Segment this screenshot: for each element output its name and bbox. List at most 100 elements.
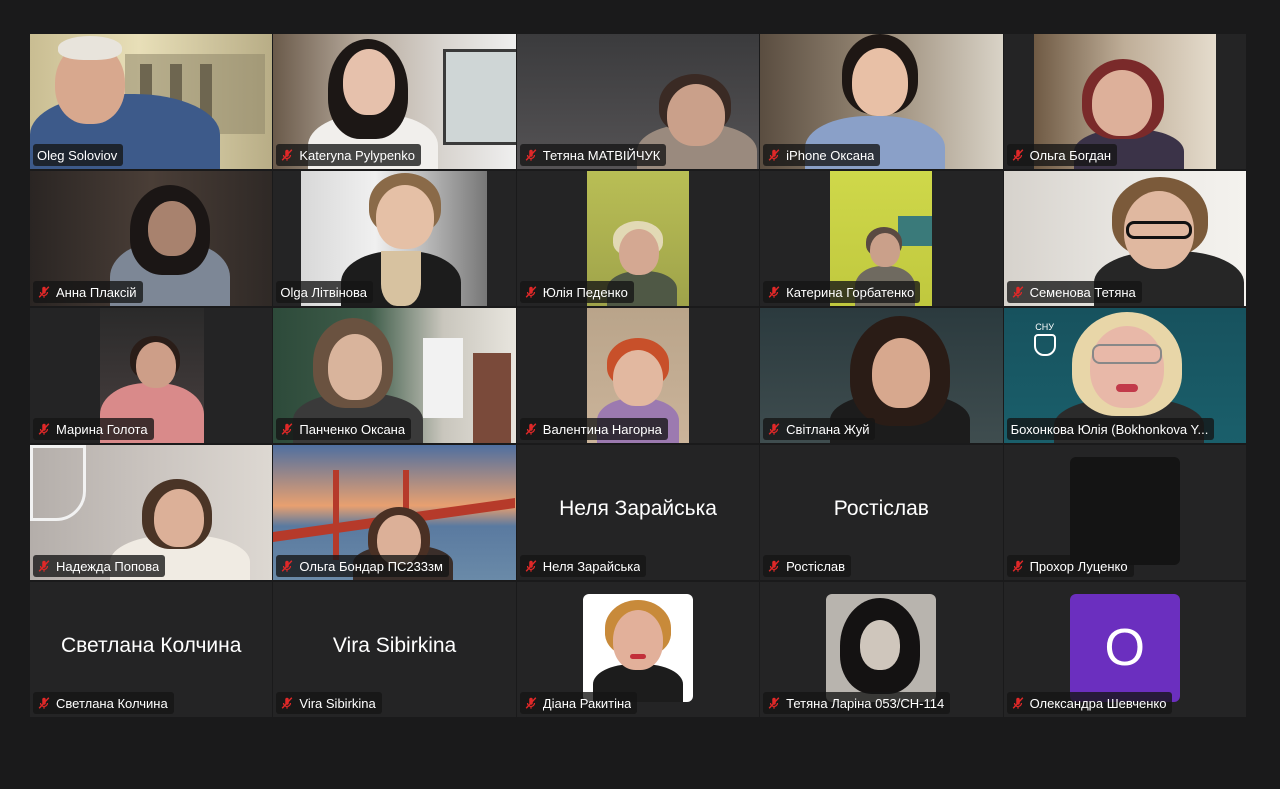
- microphone-muted-icon: [280, 422, 294, 436]
- participant-tile[interactable]: Ольга Бондар ПС233зм: [273, 445, 516, 580]
- participant-tile[interactable]: Oleg Soloviov: [30, 34, 273, 169]
- participant-name-tag: Olga Літвінова: [276, 281, 374, 303]
- microphone-muted-icon: [1011, 559, 1025, 573]
- participant-tile[interactable]: Ростіслав Ростіслав: [760, 445, 1003, 580]
- participant-tile[interactable]: Валентина Нагорна: [516, 308, 760, 443]
- participant-tile[interactable]: Тетяна Ларіна 053/СН-114: [760, 582, 1003, 717]
- participant-name: iPhone Оксана: [786, 147, 875, 163]
- avatar-letter: O: [1104, 619, 1145, 677]
- participant-name-tag: Oleg Soloviov: [33, 144, 124, 166]
- participant-name-tag: Ольга Бондар ПС233зм: [276, 555, 449, 577]
- participant-name: Неля Зарайська: [542, 558, 641, 574]
- participant-tile[interactable]: O Олександра Шевченко: [1003, 582, 1246, 717]
- participant-name-tag: Kateryna Pylypenko: [276, 144, 422, 166]
- participant-tile[interactable]: Прохор Луценко: [1003, 445, 1246, 580]
- participant-name-tag: Катерина Горбатенко: [763, 281, 921, 303]
- microphone-muted-icon: [37, 422, 51, 436]
- microphone-muted-icon: [1011, 285, 1025, 299]
- microphone-muted-icon: [280, 148, 294, 162]
- participant-name-tag: Vira Sibirkina: [276, 692, 382, 714]
- participant-name-tag: Валентина Нагорна: [519, 418, 668, 440]
- participant-tile[interactable]: Діана Ракитіна: [516, 582, 760, 717]
- microphone-muted-icon: [280, 559, 294, 573]
- participant-name: Надежда Попова: [56, 558, 160, 574]
- participant-name-tag: Анна Плаксій: [33, 281, 143, 303]
- microphone-muted-icon: [524, 559, 538, 573]
- participant-name: Олександра Шевченко: [1029, 695, 1167, 711]
- participant-name: Діана Ракитіна: [542, 695, 632, 711]
- participant-tile[interactable]: Панченко Оксана: [273, 308, 516, 443]
- participant-name-tag: Панченко Оксана: [276, 418, 412, 440]
- participant-tile[interactable]: Ольга Богдан: [1003, 34, 1246, 169]
- microphone-muted-icon: [767, 285, 781, 299]
- participant-name-tag: Юлія Педенко: [519, 281, 634, 303]
- participant-name-tag: Бохонкова Юлія (Bokhonkova Y...: [1006, 418, 1215, 440]
- participant-tile[interactable]: Надежда Попова: [30, 445, 273, 580]
- participant-name: Марина Голота: [56, 421, 148, 437]
- microphone-muted-icon: [37, 285, 51, 299]
- letter-avatar: O: [1069, 594, 1180, 702]
- participant-tile[interactable]: Светлана Колчина Светлана Колчина: [30, 582, 273, 717]
- participant-name: Катерина Горбатенко: [786, 284, 915, 300]
- participant-name: Ольга Бондар ПС233зм: [299, 558, 443, 574]
- participant-name-tag: iPhone Оксана: [763, 144, 881, 166]
- gallery-grid: Oleg Soloviov Kateryna Pylypenko Тетяна …: [30, 34, 1246, 717]
- participant-name-tag: Діана Ракитіна: [519, 692, 638, 714]
- participant-name: Oleg Soloviov: [37, 147, 118, 163]
- microphone-muted-icon: [767, 559, 781, 573]
- participant-tile[interactable]: Семенова Тетяна: [1003, 171, 1246, 306]
- participant-tile[interactable]: Тетяна МАТВІЙЧУК: [516, 34, 760, 169]
- participant-name-tag: Прохор Луценко: [1006, 555, 1134, 577]
- participant-name-tag: Ростіслав: [763, 555, 852, 577]
- microphone-muted-icon: [280, 696, 294, 710]
- microphone-muted-icon: [524, 422, 538, 436]
- participant-name: Світлана Жуй: [786, 421, 870, 437]
- participant-name-tag: Светлана Колчина: [33, 692, 174, 714]
- profile-avatar: [1069, 457, 1180, 565]
- participant-tile[interactable]: Vira Sibirkina Vira Sibirkina: [273, 582, 516, 717]
- participant-tile[interactable]: Марина Голота: [30, 308, 273, 443]
- microphone-muted-icon: [524, 148, 538, 162]
- logo-text: СНУ: [1035, 322, 1054, 332]
- participant-name-tag: Ольга Богдан: [1006, 144, 1118, 166]
- microphone-muted-icon: [767, 696, 781, 710]
- participant-name-tag: Тетяна Ларіна 053/СН-114: [763, 692, 951, 714]
- participant-tile[interactable]: Катерина Горбатенко: [760, 171, 1003, 306]
- participant-name-tag: Олександра Шевченко: [1006, 692, 1173, 714]
- participant-name: Юлія Педенко: [542, 284, 628, 300]
- participant-name: Тетяна Ларіна 053/СН-114: [786, 695, 945, 711]
- participant-tile[interactable]: Kateryna Pylypenko: [273, 34, 516, 169]
- participant-center-name: Неля Зарайська: [559, 497, 717, 520]
- participant-tile[interactable]: Olga Літвінова: [273, 171, 516, 306]
- participant-name-tag: Марина Голота: [33, 418, 154, 440]
- participant-name-tag: Надежда Попова: [33, 555, 166, 577]
- participant-name: Бохонкова Юлія (Bokhonkova Y...: [1010, 421, 1209, 437]
- participant-name: Светлана Колчина: [56, 695, 168, 711]
- participant-tile[interactable]: iPhone Оксана: [760, 34, 1003, 169]
- microphone-muted-icon: [37, 559, 51, 573]
- participant-name: Прохор Луценко: [1029, 558, 1128, 574]
- profile-avatar: [826, 594, 937, 702]
- university-logo: СНУ: [1030, 322, 1060, 358]
- participant-name-tag: Тетяна МАТВІЙЧУК: [519, 144, 667, 166]
- participant-center-name: Светлана Колчина: [60, 634, 242, 657]
- participant-name: Ростіслав: [786, 558, 846, 574]
- microphone-muted-icon: [524, 696, 538, 710]
- microphone-muted-icon: [1011, 696, 1025, 710]
- participant-name-tag: Неля Зарайська: [519, 555, 647, 577]
- participant-name: Тетяна МАТВІЙЧУК: [542, 147, 661, 163]
- participant-tile[interactable]: Юлія Педенко: [516, 171, 760, 306]
- participant-tile[interactable]: Світлана Жуй: [760, 308, 1003, 443]
- participant-name: Панченко Оксана: [299, 421, 406, 437]
- profile-avatar: [582, 594, 693, 702]
- microphone-muted-icon: [524, 285, 538, 299]
- participant-name: Анна Плаксій: [56, 284, 137, 300]
- participant-tile-active-speaker[interactable]: СНУ Бохонкова Юлія (Bokhonkova Y...: [1003, 308, 1246, 443]
- participant-name-tag: Семенова Тетяна: [1006, 281, 1142, 303]
- participant-tile[interactable]: Неля Зарайська Неля Зарайська: [516, 445, 760, 580]
- participant-name: Vira Sibirkina: [299, 695, 376, 711]
- participant-center-name: Ростіслав: [833, 497, 929, 520]
- microphone-muted-icon: [767, 422, 781, 436]
- participant-tile[interactable]: Анна Плаксій: [30, 171, 273, 306]
- participant-name-tag: Світлана Жуй: [763, 418, 876, 440]
